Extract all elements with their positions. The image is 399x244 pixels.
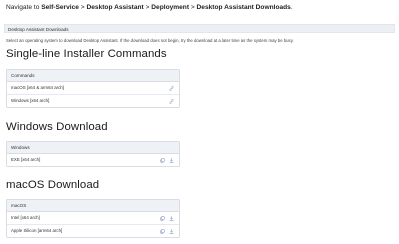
macos-row-label: Intel [x64 arch] [11,215,40,220]
section-title: Desktop Assistant Downloads [8,27,69,32]
crumb-desktop-assistant: Desktop Assistant [86,4,144,11]
macos-heading: macOS Download [6,179,100,191]
nav-suffix: . [290,4,293,11]
crumb-separator: > [189,4,197,11]
windows-row-label: EXE [x64 arch] [11,157,41,162]
macos-row-intel: Intel [x64 arch] [7,212,179,225]
link-icon[interactable] [169,98,174,104]
download-icon[interactable] [169,215,174,221]
windows-row-exe: EXE [x64 arch] [7,154,179,166]
installer-row-label: Windows [x64 arch] [11,98,50,103]
breadcrumb-instruction: Navigate to Self-Service > Desktop Assis… [6,4,293,11]
crumb-self-service: Self-Service [41,4,79,11]
intro-text: Select an operating system to download D… [6,38,294,43]
windows-download-card: Windows EXE [x64 arch] [6,141,180,167]
windows-card-header: Windows [7,142,179,154]
link-icon[interactable] [169,85,174,91]
macos-row-label: Apple Silicon [arm64 arch] [11,228,63,233]
macos-card-header: macOS [7,200,179,212]
installer-row-label: macOS [x64 & arm64 arch] [11,85,64,90]
windows-heading: Windows Download [6,121,108,133]
installer-row-macos: macOS [x64 & arm64 arch] [7,82,179,95]
download-icon[interactable] [169,228,174,234]
crumb-downloads: Desktop Assistant Downloads [196,4,291,11]
installer-heading: Single-line Installer Commands [6,48,167,60]
section-title-bar: Desktop Assistant Downloads [4,24,395,33]
macos-download-card: macOS Intel [x64 arch] Apple Silicon [ar… [6,199,180,238]
download-icon[interactable] [169,157,174,163]
installer-row-windows: Windows [x64 arch] [7,95,179,107]
copy-icon[interactable] [160,228,165,234]
macos-row-apple-silicon: Apple Silicon [arm64 arch] [7,225,179,237]
installer-commands-card: Commands macOS [x64 & arm64 arch] Window… [6,69,180,108]
copy-icon[interactable] [160,157,165,163]
installer-card-header: Commands [7,70,179,82]
nav-prefix: Navigate to [6,4,42,11]
copy-icon[interactable] [160,215,165,221]
crumb-deployment: Deployment [151,4,190,11]
